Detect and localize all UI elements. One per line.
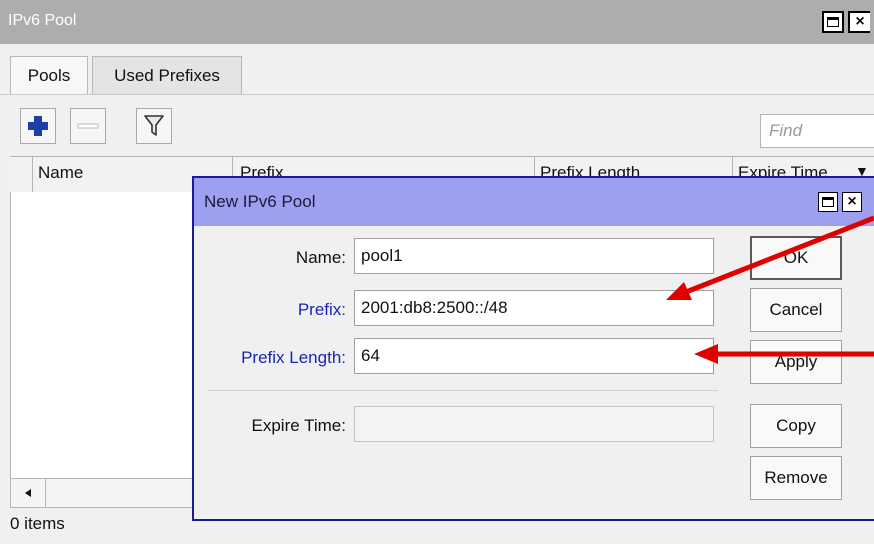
prefix-field[interactable]: 2001:db8:2500::/48: [354, 290, 714, 326]
tab-pools[interactable]: Pools: [10, 56, 88, 94]
column-separator: [32, 157, 33, 193]
prefix-label: Prefix:: [297, 300, 346, 319]
tab-pools-label: Pools: [27, 65, 71, 85]
remove-button[interactable]: [70, 108, 106, 144]
tab-divider: [0, 94, 874, 95]
window-title-bar[interactable]: IPv6 Pool ×: [0, 0, 874, 44]
column-header-name[interactable]: Name: [38, 163, 83, 183]
dialog-title-bar[interactable]: New IPv6 Pool ×: [194, 178, 874, 226]
filter-button[interactable]: [136, 108, 172, 144]
dialog-divider: [208, 390, 718, 391]
copy-button-label: Copy: [776, 416, 816, 435]
find-input[interactable]: Find: [760, 114, 874, 148]
window-title: IPv6 Pool: [8, 12, 77, 29]
prefix-length-label: Prefix Length:: [241, 348, 346, 367]
restore-icon[interactable]: [822, 11, 844, 33]
copy-button[interactable]: Copy: [750, 404, 842, 448]
ok-button[interactable]: OK: [750, 236, 842, 280]
tab-used-prefixes[interactable]: Used Prefixes: [92, 56, 242, 94]
close-icon[interactable]: ×: [842, 192, 862, 212]
add-button[interactable]: [20, 108, 56, 144]
tab-used-prefixes-label: Used Prefixes: [114, 65, 220, 85]
expire-time-label: Expire Time:: [251, 416, 346, 435]
cancel-button[interactable]: Cancel: [750, 288, 842, 332]
dialog-title: New IPv6 Pool: [204, 192, 316, 211]
apply-button-label: Apply: [774, 352, 818, 371]
prefix-length-field[interactable]: 64: [354, 338, 714, 374]
name-field[interactable]: pool1: [354, 238, 714, 274]
scroll-left-icon: [25, 489, 31, 497]
add-icon: [28, 116, 48, 136]
filter-icon: [144, 115, 164, 136]
name-label: Name:: [295, 248, 346, 267]
ok-button-label: OK: [783, 248, 809, 267]
remove-icon: [77, 123, 99, 129]
close-icon[interactable]: ×: [848, 11, 870, 33]
new-ipv6-pool-dialog: New IPv6 Pool × Name: pool1 Prefix: 2001…: [192, 176, 874, 521]
cancel-button-label: Cancel: [769, 300, 823, 319]
remove-pool-button[interactable]: Remove: [750, 456, 842, 500]
apply-button[interactable]: Apply: [750, 340, 842, 384]
scroll-left-button[interactable]: [10, 478, 46, 508]
status-item-count: 0 items: [10, 514, 65, 533]
remove-button-label: Remove: [764, 468, 828, 487]
restore-icon[interactable]: [818, 192, 838, 212]
expire-time-field: [354, 406, 714, 442]
